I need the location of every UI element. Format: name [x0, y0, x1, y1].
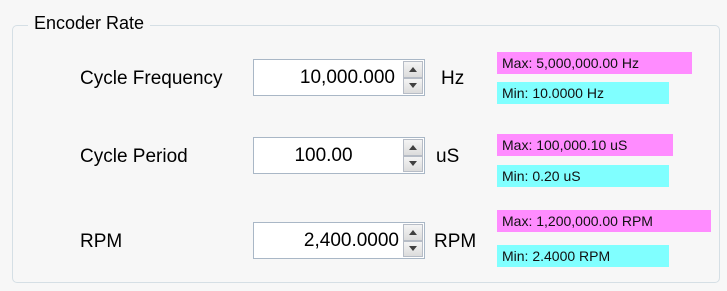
cycle-frequency-increment-button[interactable] — [403, 61, 423, 78]
rpm-decrement-button[interactable] — [403, 240, 423, 257]
up-arrow-icon — [409, 144, 417, 150]
rpm-spin-buttons — [403, 224, 423, 257]
cycle-period-min-badge: Min: 0.20 uS — [497, 165, 669, 187]
rpm-stepper[interactable] — [253, 222, 425, 259]
cycle-period-unit: uS — [436, 146, 460, 167]
cycle-frequency-max-badge: Max: 5,000,000.00 Hz — [497, 52, 692, 74]
cycle-period-spin-buttons — [403, 139, 423, 172]
down-arrow-icon — [409, 246, 417, 252]
cycle-frequency-spin-buttons — [403, 61, 423, 94]
cycle-frequency-decrement-button[interactable] — [403, 77, 423, 94]
up-arrow-icon — [409, 229, 417, 235]
rpm-increment-button[interactable] — [403, 224, 423, 241]
rpm-unit: RPM — [434, 231, 477, 252]
cycle-period-label: Cycle Period — [80, 146, 188, 167]
cycle-frequency-min-badge: Min: 10.0000 Hz — [497, 82, 669, 104]
cycle-period-stepper[interactable] — [253, 137, 425, 174]
rpm-input[interactable] — [254, 223, 403, 258]
down-arrow-icon — [409, 161, 417, 167]
groupbox-title: Encoder Rate — [28, 11, 151, 35]
cycle-period-input[interactable] — [254, 138, 403, 173]
cycle-period-increment-button[interactable] — [403, 139, 423, 156]
cycle-frequency-stepper[interactable] — [253, 59, 425, 96]
cycle-period-decrement-button[interactable] — [403, 155, 423, 172]
up-arrow-icon — [409, 66, 417, 72]
cycle-frequency-label: Cycle Frequency — [80, 68, 223, 89]
cycle-frequency-unit: Hz — [441, 68, 465, 89]
down-arrow-icon — [409, 83, 417, 89]
rpm-min-badge: Min: 2.4000 RPM — [497, 245, 669, 267]
cycle-period-max-badge: Max: 100,000.10 uS — [497, 134, 673, 156]
rpm-label: RPM — [80, 231, 123, 252]
cycle-frequency-input[interactable] — [254, 60, 403, 95]
rpm-max-badge: Max: 1,200,000.00 RPM — [497, 210, 711, 232]
